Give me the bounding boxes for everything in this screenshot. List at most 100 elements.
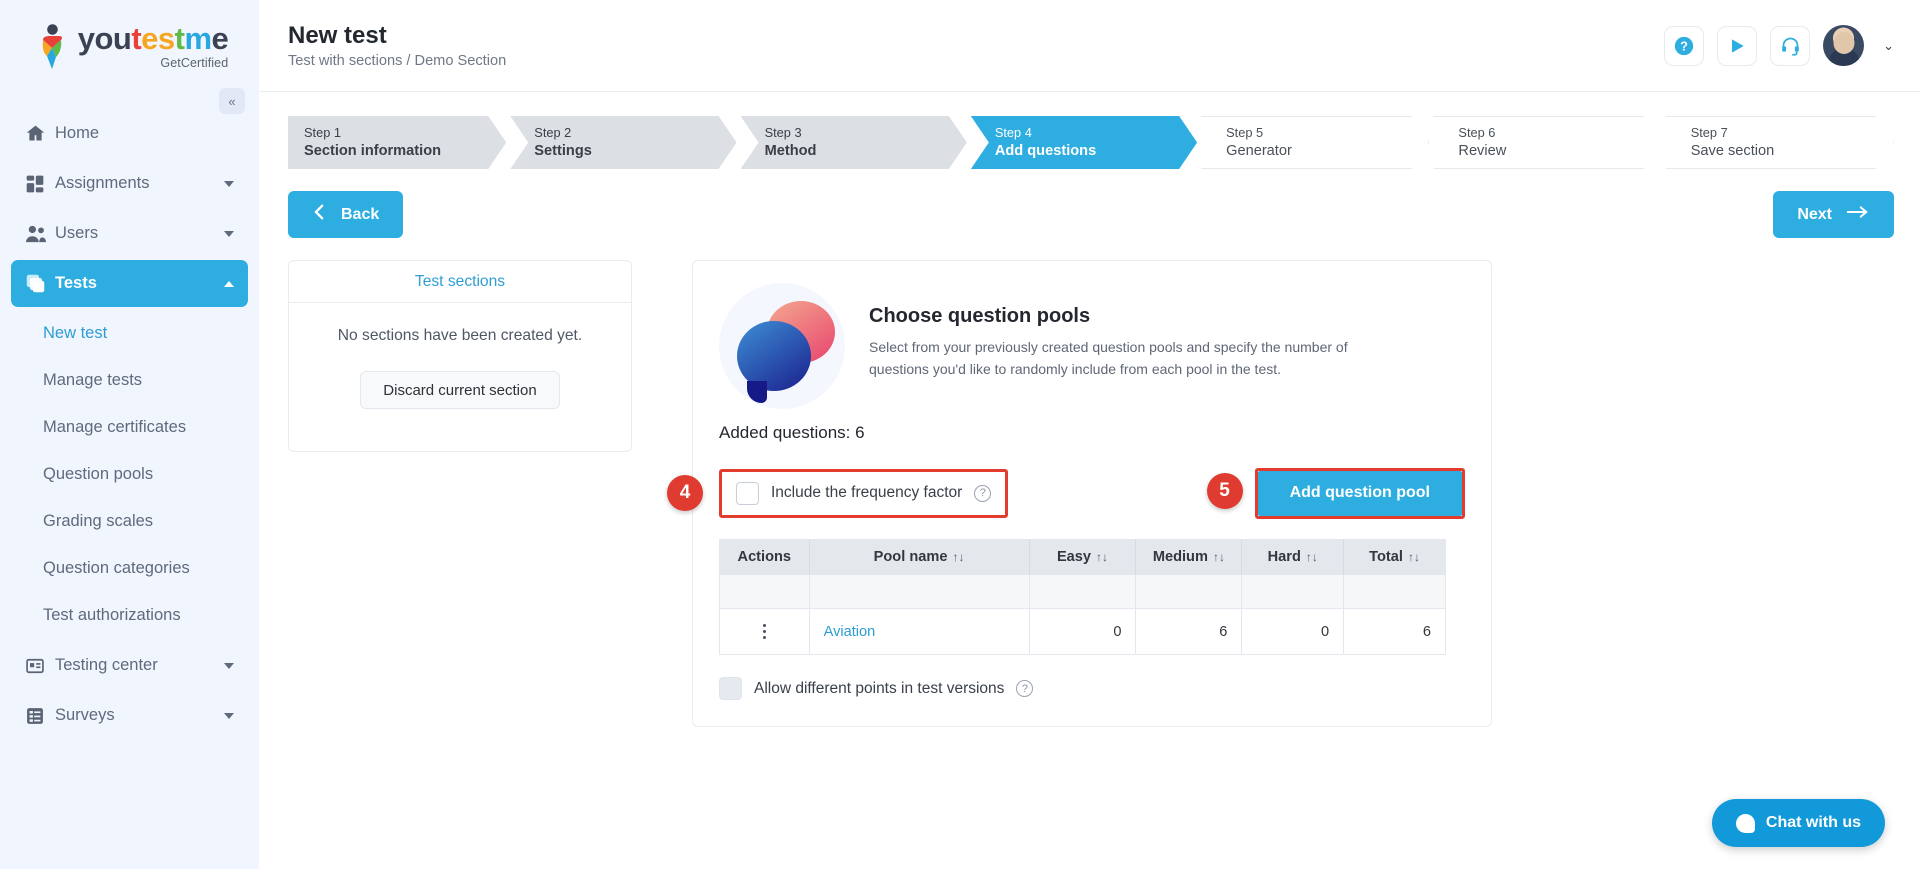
row-pool-name-cell: Aviation [809, 608, 1030, 655]
step-2[interactable]: Step 2 Settings [510, 116, 736, 169]
step-1[interactable]: Step 1 Section information [288, 116, 506, 169]
wizard-stepper: Step 1 Section information Step 2 Settin… [288, 116, 1894, 169]
home-icon [25, 123, 55, 144]
add-question-pool-button[interactable]: Add question pool [1257, 470, 1462, 516]
tests-icon [25, 273, 55, 294]
sidebar-item-label: Assignments [55, 174, 150, 192]
logo-tagline: GetCertified [160, 55, 229, 70]
app-root: youtestme GetCertified « Home Assignment… [0, 0, 1920, 869]
filter-cell-medium[interactable] [1135, 574, 1243, 609]
chevron-up-icon[interactable] [224, 280, 234, 287]
column-label: Medium [1152, 549, 1208, 565]
assignments-icon [25, 174, 55, 194]
step-3[interactable]: Step 3 Method [741, 116, 967, 169]
allow-different-points-help-icon[interactable]: ? [1016, 680, 1034, 697]
support-headset-button[interactable] [1770, 25, 1811, 66]
sidebar-item-manage-tests[interactable]: Manage tests [11, 357, 248, 404]
filter-cell-hard[interactable] [1241, 574, 1345, 609]
speech-bubbles-illustration-icon [719, 283, 845, 409]
sidebar-nav: Home Assignments Users Tests New test Ma… [0, 110, 259, 739]
step-4[interactable]: Step 4 Add questions [971, 116, 1197, 169]
logo-part-you: you [77, 20, 132, 56]
sidebar-item-surveys[interactable]: Surveys [11, 692, 248, 739]
sidebar-item-test-authorizations[interactable]: Test authorizations [11, 592, 248, 639]
sidebar-item-users[interactable]: Users [11, 210, 248, 257]
sidebar-item-home[interactable]: Home [11, 110, 248, 157]
logo[interactable]: youtestme GetCertified [0, 0, 259, 92]
discard-current-section-button[interactable]: Discard current section [360, 371, 560, 409]
column-header-medium[interactable]: Medium ↑↓ [1135, 539, 1243, 575]
filter-cell-total[interactable] [1343, 574, 1446, 609]
logo-mark-icon [37, 23, 71, 70]
main-area: New test Test with sections / Demo Secti… [259, 0, 1920, 869]
sidebar-item-question-pools[interactable]: Question pools [11, 451, 248, 498]
column-label: Total [1369, 549, 1403, 565]
sidebar-item-question-categories[interactable]: Question categories [11, 545, 248, 592]
sidebar-item-assignments[interactable]: Assignments [11, 160, 248, 207]
next-button[interactable]: Next [1773, 191, 1894, 238]
filter-cell-easy[interactable] [1029, 574, 1137, 609]
added-questions-count: Added questions: 6 [719, 423, 865, 442]
logo-wordmark: youtestme [78, 23, 229, 54]
allow-different-points-label: Allow different points in test versions [754, 679, 1005, 697]
sidebar-item-grading-scales[interactable]: Grading scales [11, 498, 248, 545]
step-number: Step 3 [764, 125, 802, 141]
frequency-factor-row[interactable]: Include the frequency factor ? [736, 481, 992, 505]
row-easy-cell: 0 [1029, 608, 1137, 655]
pool-card-title: Choose question pools [869, 305, 1091, 327]
back-button[interactable]: Back [288, 191, 404, 238]
step-label: Add questions [994, 142, 1097, 159]
play-tour-button[interactable] [1717, 25, 1758, 66]
chevron-left-icon [312, 203, 327, 226]
sort-icon[interactable]: ↑↓ [1306, 550, 1318, 564]
sidebar-item-manage-certificates[interactable]: Manage certificates [11, 404, 248, 451]
sidebar-item-label: Tests [55, 274, 97, 292]
chevron-down-icon[interactable] [224, 662, 234, 669]
sort-icon[interactable]: ↑↓ [1096, 550, 1108, 564]
allow-different-points-checkbox[interactable] [719, 677, 742, 700]
sidebar-item-tests[interactable]: Tests [11, 260, 248, 307]
pool-card-description: Select from your previously created ques… [869, 339, 1348, 377]
step-label: Generator [1226, 142, 1292, 159]
sidebar-item-label: Users [55, 224, 99, 242]
column-header-hard[interactable]: Hard ↑↓ [1241, 539, 1345, 575]
table-body: Aviation 0 6 0 6 [719, 574, 1446, 655]
next-button-label: Next [1797, 205, 1832, 223]
sidebar-item-label: Home [55, 124, 100, 142]
chevron-down-icon[interactable] [224, 230, 234, 237]
sidebar-item-new-test[interactable]: New test [11, 310, 248, 357]
sidebar-item-testing-center[interactable]: Testing center [11, 642, 248, 689]
chevron-down-icon[interactable] [224, 712, 234, 719]
step-number: Step 2 [534, 125, 572, 141]
step-7[interactable]: Step 7 Save section [1666, 116, 1894, 169]
sort-icon[interactable]: ↑↓ [1213, 550, 1225, 564]
frequency-factor-checkbox[interactable] [736, 481, 759, 505]
allow-different-points-row[interactable]: Allow different points in test versions … [719, 677, 1465, 700]
annotation-badge-4: 4 [667, 475, 703, 511]
column-header-easy[interactable]: Easy ↑↓ [1029, 539, 1137, 575]
page-title: New test [288, 21, 387, 49]
avatar[interactable] [1823, 25, 1865, 66]
logo-part-t2: t [174, 20, 185, 56]
table-header-row: Actions Pool name ↑↓ Easy ↑↓ Medium ↑↓ H… [719, 539, 1446, 575]
pool-actions-row: 4 Include the frequency factor ? 5 Add q… [667, 467, 1465, 519]
step-5[interactable]: Step 5 Generator [1201, 116, 1429, 169]
sort-icon[interactable]: ↑↓ [1408, 550, 1420, 564]
column-header-pool-name[interactable]: Pool name ↑↓ [809, 539, 1030, 575]
sort-icon[interactable]: ↑↓ [952, 550, 964, 564]
filter-cell-pool-name[interactable] [809, 574, 1030, 609]
users-icon [25, 224, 55, 244]
avatar-chevron-down-icon[interactable]: ⌄ [1883, 38, 1894, 54]
help-button[interactable]: ? [1664, 25, 1705, 66]
chat-with-us-button[interactable]: Chat with us [1711, 799, 1885, 847]
arrow-right-icon [1846, 204, 1870, 225]
step-6[interactable]: Step 6 Review [1433, 116, 1661, 169]
table-head: Actions Pool name ↑↓ Easy ↑↓ Medium ↑↓ H… [719, 539, 1446, 575]
frequency-factor-highlight: Include the frequency factor ? [719, 468, 1009, 518]
pool-name-link[interactable]: Aviation [824, 624, 876, 640]
column-header-total[interactable]: Total ↑↓ [1343, 539, 1446, 575]
frequency-factor-label: Include the frequency factor [771, 484, 963, 501]
row-actions-menu-icon[interactable] [734, 624, 795, 639]
chevron-down-icon[interactable] [224, 180, 234, 187]
frequency-factor-help-icon[interactable]: ? [974, 484, 992, 502]
